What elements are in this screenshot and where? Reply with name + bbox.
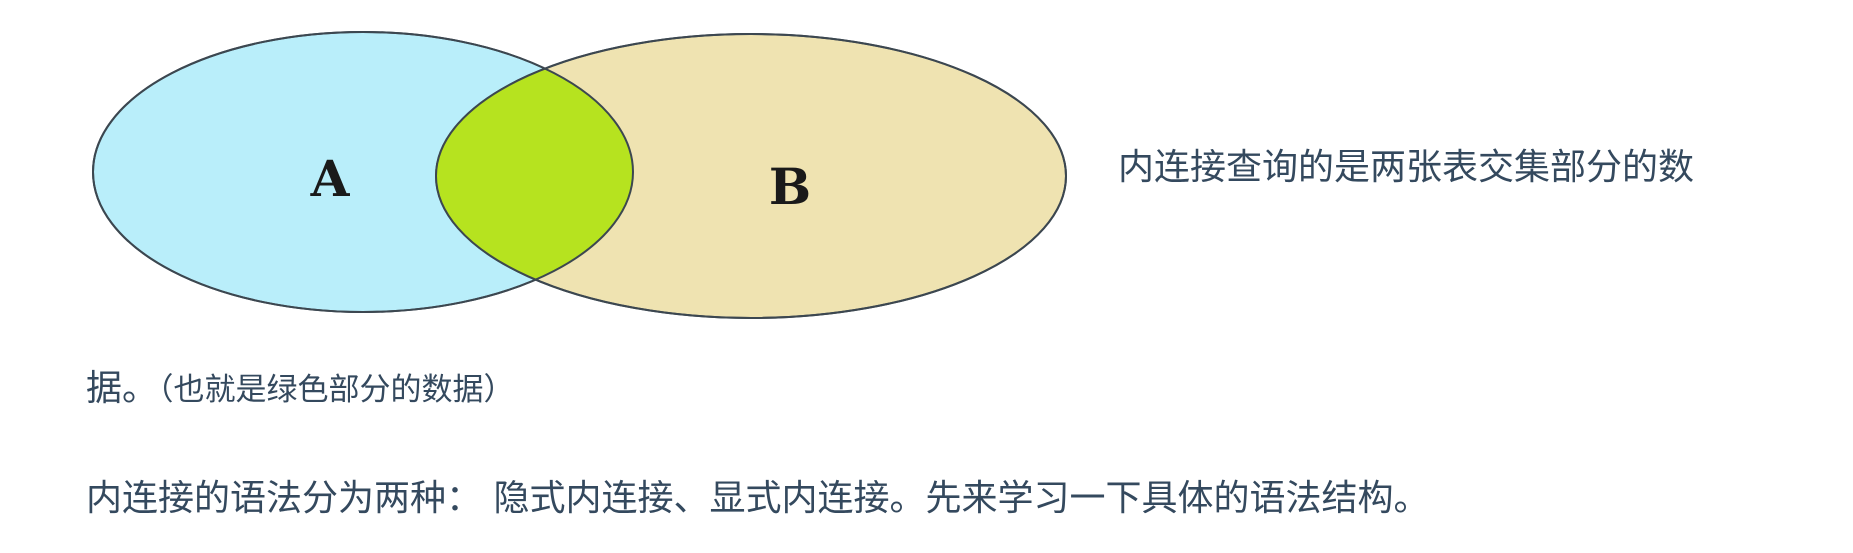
description-continuation: 据。 <box>86 368 159 409</box>
venn-diagram: A B <box>92 31 1067 319</box>
set-a-label: A <box>310 149 351 208</box>
inner-join-syntax-intro: 内连接的语法分为两种： 隐式内连接、显式内连接。先来学习一下具体的语法结构。 <box>86 478 1430 519</box>
inner-join-description-line1: 内连接查询的是两张表交集部分的数 <box>1118 147 1695 188</box>
green-area-note: （也就是绿色部分的数据） <box>158 372 515 408</box>
inner-join-description-line2: 据。（也就是绿色部分的数据） <box>86 367 515 412</box>
set-b-label: B <box>769 157 811 216</box>
